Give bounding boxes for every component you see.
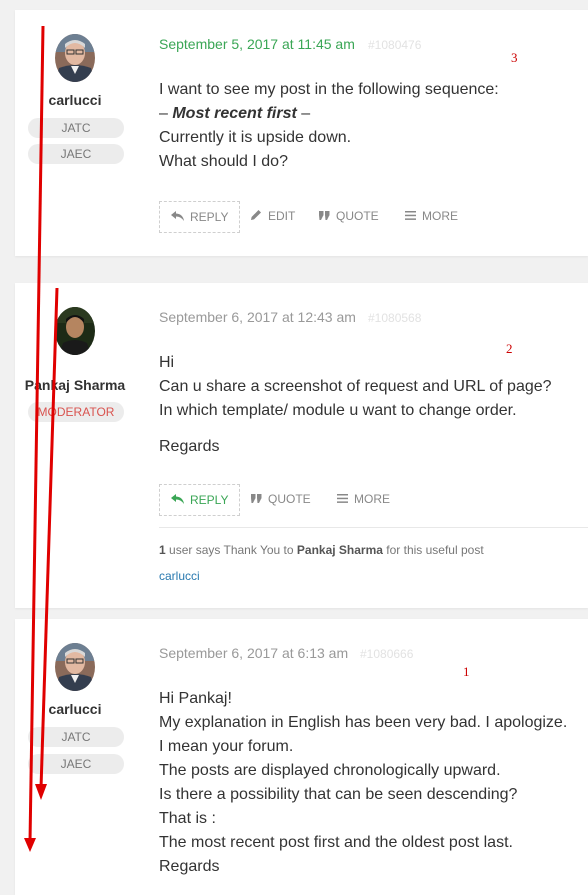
pencil-icon	[251, 201, 262, 231]
author-name[interactable]: Pankaj Sharma	[15, 377, 135, 393]
content-line: Is there a possibility that can be seen …	[159, 786, 518, 803]
post-content: Hi Can u share a screenshot of request a…	[159, 351, 552, 459]
post-content: I want to see my post in the following s…	[159, 78, 499, 174]
hamburger-menu-icon	[405, 201, 416, 231]
thanks-count: 1	[159, 543, 166, 557]
content-line: The most recent post first and the oldes…	[159, 834, 513, 851]
annotation-number: 1	[463, 664, 470, 679]
content-line: Regards	[159, 438, 220, 455]
edit-button[interactable]: EDIT	[251, 201, 295, 231]
edit-label: EDIT	[268, 209, 296, 223]
content-line: My explanation in English has been very …	[159, 714, 568, 731]
quote-button[interactable]: QUOTE	[319, 201, 379, 231]
rank-badge: JAEC	[28, 754, 124, 774]
content-line: – Most recent first –	[159, 102, 499, 126]
rank-badge: JATC	[28, 727, 124, 747]
reply-label: REPLY	[190, 493, 229, 507]
avatar[interactable]	[55, 307, 95, 355]
thanked-user[interactable]: Pankaj Sharma	[297, 543, 383, 557]
reply-arrow-icon	[171, 485, 184, 515]
thanks-text: user says Thank You to	[165, 543, 297, 557]
thanks-summary: 1 user says Thank You to Pankaj Sharma f…	[159, 543, 484, 557]
quote-label: QUOTE	[268, 492, 311, 506]
rank-badge: JAEC	[28, 144, 124, 164]
text-span: –	[296, 105, 311, 122]
content-line: Hi Pankaj!	[159, 690, 232, 707]
author-name[interactable]: carlucci	[15, 701, 135, 717]
forum-post: carlucci JATC JAEC September 5, 2017 at …	[15, 10, 588, 256]
content-line: I want to see my post in the following s…	[159, 81, 499, 98]
reply-button[interactable]: REPLY	[159, 201, 241, 233]
post-id[interactable]: #1080476	[368, 38, 421, 52]
content-line: Currently it is upside down.	[159, 129, 352, 146]
reply-button[interactable]: REPLY	[159, 484, 241, 516]
post-content: Hi Pankaj! My explanation in English has…	[159, 687, 567, 879]
content-line: Hi	[159, 354, 175, 371]
text-span: –	[159, 105, 173, 122]
avatar[interactable]	[55, 643, 95, 691]
content-line: What should I do?	[159, 153, 288, 170]
thanker-link[interactable]: carlucci	[159, 569, 200, 583]
quote-label: QUOTE	[336, 209, 379, 223]
quote-icon	[319, 201, 330, 231]
quote-icon	[251, 484, 262, 514]
content-line: That is :	[159, 810, 216, 827]
more-button[interactable]: MORE	[405, 201, 458, 231]
content-line: Regards	[159, 858, 220, 875]
more-label: MORE	[354, 492, 390, 506]
post-date[interactable]: September 5, 2017 at 11:45 am	[159, 36, 355, 52]
thanks-text: for this useful post	[382, 543, 484, 557]
content-line: Can u share a screenshot of request and …	[159, 378, 552, 395]
rank-badge: JATC	[28, 118, 124, 138]
post-date[interactable]: September 6, 2017 at 12:43 am	[159, 309, 356, 325]
post-id[interactable]: #1080568	[368, 311, 421, 325]
post-id[interactable]: #1080666	[360, 647, 413, 661]
moderator-badge: MODERATOR	[28, 402, 124, 422]
content-line: In which template/ module u want to chan…	[159, 402, 517, 419]
divider	[159, 527, 588, 528]
post-date[interactable]: September 6, 2017 at 6:13 am	[159, 645, 348, 661]
reply-arrow-icon	[171, 202, 184, 232]
reply-label: REPLY	[190, 210, 229, 224]
more-label: MORE	[422, 209, 458, 223]
forum-post: Pankaj Sharma MODERATOR September 6, 201…	[15, 283, 588, 608]
hamburger-menu-icon	[337, 484, 348, 514]
content-line: The posts are displayed chronologically …	[159, 762, 501, 779]
more-button[interactable]: MORE	[337, 484, 390, 514]
content-line: I mean your forum.	[159, 738, 294, 755]
forum-post: carlucci JATC JAEC September 6, 2017 at …	[15, 619, 588, 895]
emphasis-text: Most recent first	[172, 105, 297, 122]
author-name[interactable]: carlucci	[15, 92, 135, 108]
quote-button[interactable]: QUOTE	[251, 484, 311, 514]
annotation-number: 3	[511, 50, 518, 65]
avatar[interactable]	[55, 34, 95, 82]
